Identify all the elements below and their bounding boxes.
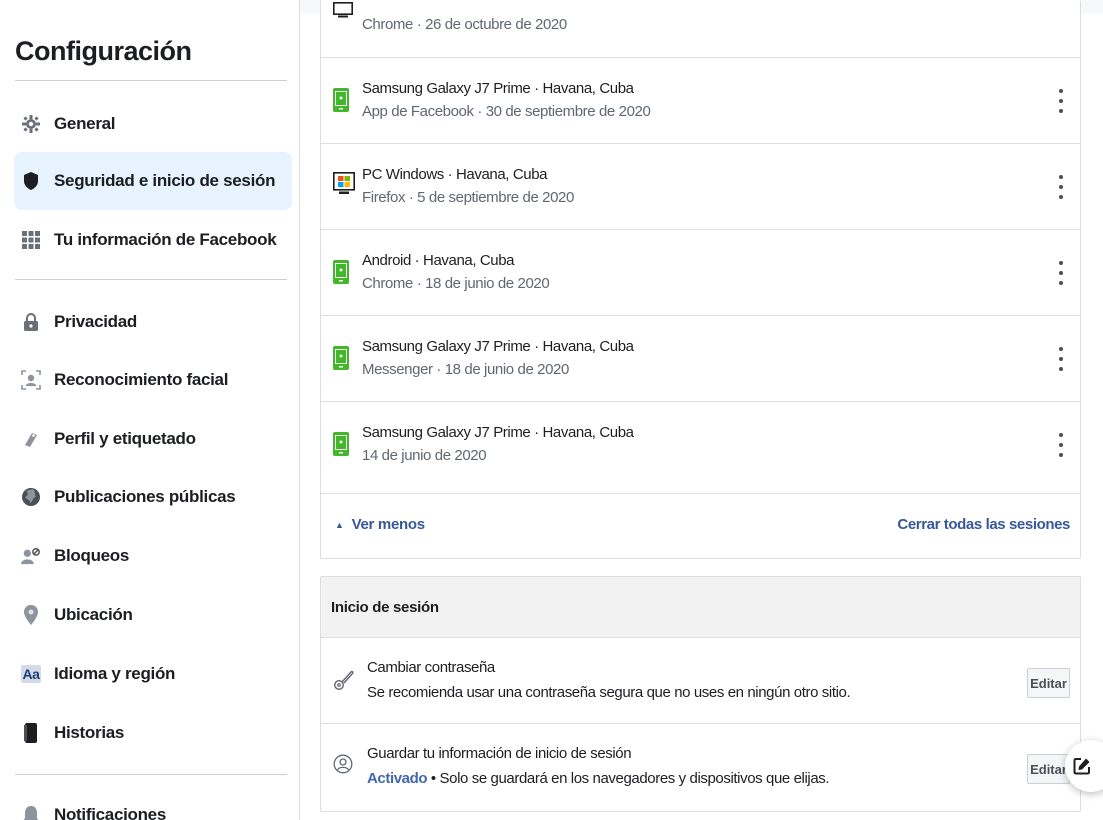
sidebar-item-label: Tu información de Facebook	[54, 230, 277, 249]
edit-password-button[interactable]: Editar	[1027, 668, 1070, 698]
block-user-icon	[21, 546, 41, 566]
login-header: Inicio de sesión	[321, 577, 1080, 638]
sidebar-item-label: Notificaciones	[54, 805, 166, 820]
triangle-up-icon: ▲	[335, 519, 344, 530]
session-menu-button[interactable]	[1054, 433, 1068, 457]
session-details: Messenger · 18 de junio de 2020	[362, 361, 569, 378]
grid-icon	[21, 230, 41, 250]
session-menu-button[interactable]	[1054, 175, 1068, 199]
sidebar-item-label: Privacidad	[54, 312, 137, 331]
session-details: Chrome · 18 de junio de 2020	[362, 275, 550, 292]
language-icon: Aa	[20, 664, 42, 684]
see-less-label: Ver menos	[351, 516, 425, 533]
sessions-footer: ▲ Ver menos Cerrar todas las sesiones	[321, 494, 1080, 558]
sidebar-item-label: General	[54, 114, 116, 133]
session-device: Samsung Galaxy J7 Prime · Havana, Cuba	[362, 424, 634, 441]
phone-icon	[333, 88, 353, 112]
session-device: PC Windows · Havana, Cuba	[362, 166, 548, 183]
session-details: App de Facebook · 30 de septiembre de 20…	[362, 103, 651, 120]
main-content: Chrome · 26 de octubre de 2020 Samsung G…	[300, 0, 1103, 820]
phone-icon	[333, 346, 353, 370]
session-row: Android · Havana, Cuba Chrome · 18 de ju…	[321, 230, 1080, 316]
sidebar-item-label: Idioma y región	[54, 664, 176, 683]
change-password-title: Cambiar contraseña	[367, 659, 495, 676]
location-pin-icon	[21, 605, 41, 625]
book-icon	[21, 723, 41, 743]
session-details: 14 de junio de 2020	[362, 447, 487, 464]
language-icon-text: Aa	[20, 665, 42, 683]
sidebar-item-face-recognition[interactable]: Reconocimiento facial	[14, 351, 292, 409]
close-all-sessions-link[interactable]: Cerrar todas las sesiones	[897, 516, 1070, 533]
sidebar-item-label: Historias	[54, 723, 125, 742]
windows-pc-icon	[333, 172, 355, 196]
sidebar-divider	[15, 774, 287, 775]
bell-icon	[21, 805, 41, 820]
save-login-desc: • Solo se guardará en los navegadores y …	[427, 770, 830, 787]
sidebar-item-label: Perfil y etiquetado	[54, 429, 196, 448]
session-row: Samsung Galaxy J7 Prime · Havana, Cuba 1…	[321, 402, 1080, 494]
save-login-title: Guardar tu información de inicio de sesi…	[367, 745, 632, 762]
session-device: Samsung Galaxy J7 Prime · Havana, Cuba	[362, 338, 634, 355]
session-row: Samsung Galaxy J7 Prime · Havana, Cuba M…	[321, 316, 1080, 402]
session-row: Samsung Galaxy J7 Prime · Havana, Cuba A…	[321, 58, 1080, 144]
sidebar-item-privacy[interactable]: Privacidad	[14, 293, 292, 351]
sidebar-item-general[interactable]: General	[14, 95, 292, 153]
session-menu-button[interactable]	[1054, 261, 1068, 285]
sidebar-item-blocking[interactable]: Bloqueos	[14, 527, 292, 585]
lock-icon	[21, 312, 41, 332]
save-login-row: Guardar tu información de inicio de sesi…	[321, 724, 1080, 810]
sidebar-item-language[interactable]: Aa Idioma y región	[14, 645, 292, 703]
sidebar-item-label: Publicaciones públicas	[54, 487, 236, 506]
sidebar-divider	[15, 279, 287, 280]
gear-icon	[21, 114, 41, 134]
session-details: Firefox · 5 de septiembre de 2020	[362, 189, 574, 206]
compose-icon	[1073, 757, 1091, 775]
phone-icon	[333, 432, 353, 456]
face-icon	[21, 370, 41, 390]
session-menu-button[interactable]	[1054, 347, 1068, 371]
login-section-title: Inicio de sesión	[331, 599, 439, 616]
sidebar-item-label: Ubicación	[54, 605, 133, 624]
session-menu-button[interactable]	[1054, 89, 1068, 113]
active-sessions-card: Chrome · 26 de octubre de 2020 Samsung G…	[320, 0, 1081, 559]
session-row: Chrome · 26 de octubre de 2020	[321, 0, 1080, 58]
phone-icon	[333, 260, 353, 284]
change-password-desc: Se recomienda usar una contraseña segura…	[367, 684, 851, 701]
session-details: Chrome · 26 de octubre de 2020	[362, 16, 567, 33]
see-less-link[interactable]: ▲ Ver menos	[335, 516, 425, 533]
login-card: Inicio de sesión Cambiar contraseña Se r…	[320, 576, 1081, 812]
sidebar-item-facebook-info[interactable]: Tu información de Facebook	[14, 211, 292, 269]
globe-icon	[21, 487, 41, 507]
user-circle-icon	[333, 754, 355, 778]
tag-icon	[21, 429, 41, 449]
sidebar-item-stories[interactable]: Historias	[14, 704, 292, 762]
shield-icon	[21, 171, 41, 191]
session-device: Android · Havana, Cuba	[362, 252, 515, 269]
sidebar-item-public-posts[interactable]: Publicaciones públicas	[14, 468, 292, 526]
session-device: Samsung Galaxy J7 Prime · Havana, Cuba	[362, 80, 634, 97]
sidebar-item-security[interactable]: Seguridad e inicio de sesión	[14, 152, 292, 210]
key-icon	[333, 668, 355, 692]
activated-status: Activado	[367, 770, 428, 787]
sidebar-item-label: Seguridad e inicio de sesión	[54, 171, 276, 190]
sidebar-item-label: Reconocimiento facial	[54, 370, 229, 389]
sidebar-item-profile-tagging[interactable]: Perfil y etiquetado	[14, 410, 292, 468]
settings-sidebar: Configuración General Seguridad e inicio…	[0, 0, 300, 820]
change-password-row: Cambiar contraseña Se recomienda usar un…	[321, 638, 1080, 724]
save-login-desc-line: Activado • Solo se guardará en los naveg…	[367, 770, 830, 787]
edit-save-login-button[interactable]: Editar	[1027, 754, 1070, 784]
monitor-icon	[333, 2, 353, 26]
sidebar-item-label: Bloqueos	[54, 546, 130, 565]
sidebar-title: Configuración	[15, 36, 192, 66]
sidebar-divider	[15, 80, 287, 81]
sidebar-item-location[interactable]: Ubicación	[14, 586, 292, 644]
sidebar-item-notifications[interactable]: Notificaciones	[14, 786, 292, 820]
session-row: PC Windows · Havana, Cuba Firefox · 5 de…	[321, 144, 1080, 230]
